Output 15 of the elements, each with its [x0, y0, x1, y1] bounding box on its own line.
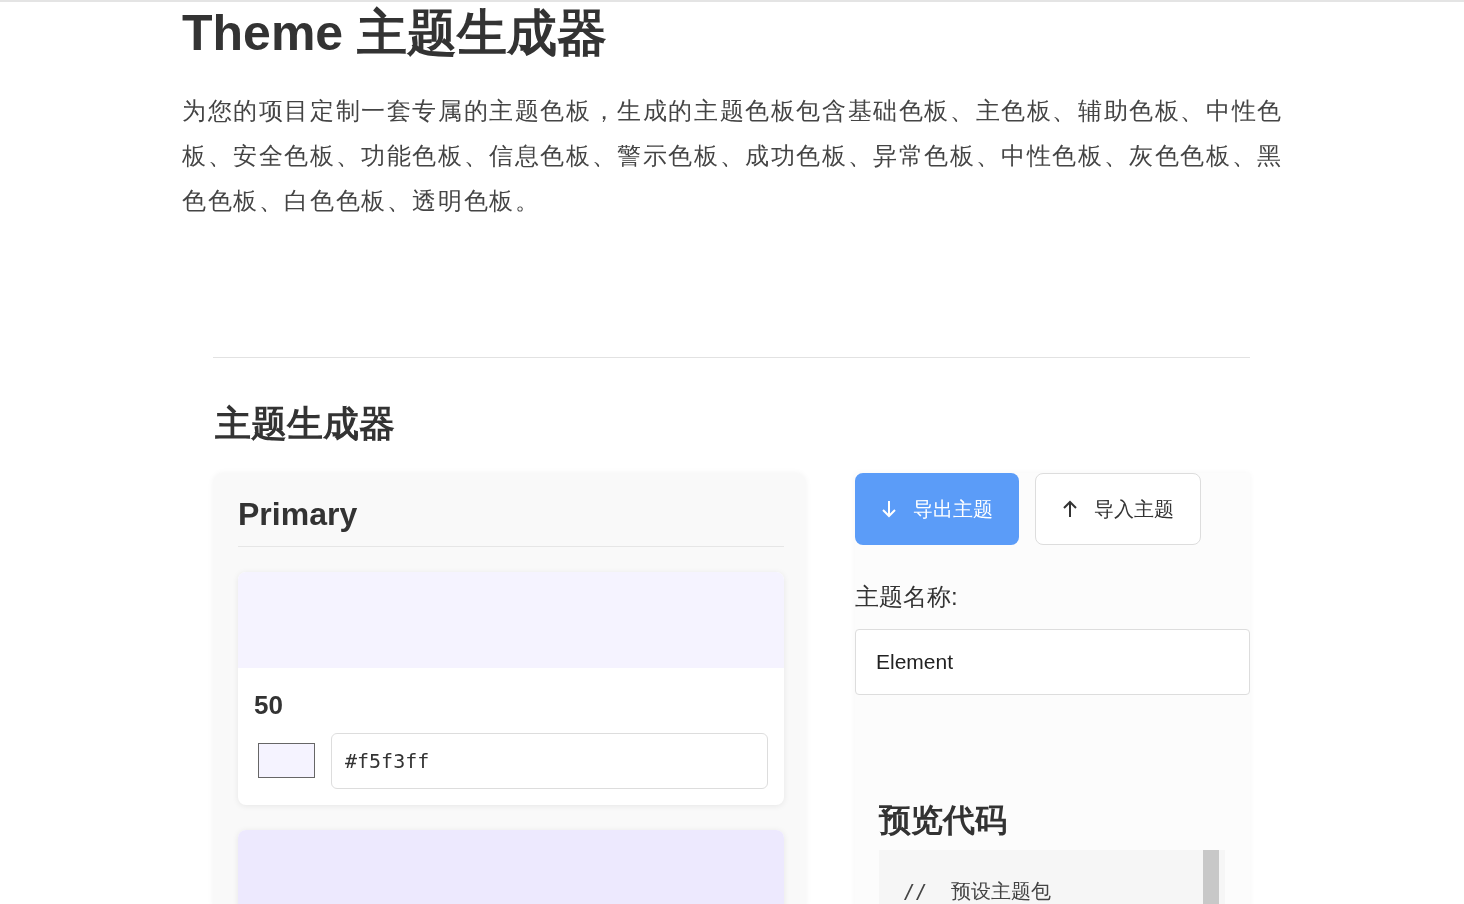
field-label: 主题名称:: [855, 582, 959, 613]
scrollbar[interactable]: [1203, 849, 1219, 904]
code-line: // 预设主题包: [902, 877, 1053, 904]
page-description: 为您的项目定制一套专属的主题色板，生成的主题色板包含基础色板、主色板、辅助色板、中性色板、安全色板、功能色板、信息色板、警示色板、成功色板、异常色板、中性色板、灰色色板、黑色色板、白色色板、透明色板。: [182, 96, 1284, 216]
arrow-up-icon: [1062, 500, 1078, 519]
section-heading: 主题生成器: [215, 402, 396, 446]
page-title: Theme 主题生成器: [182, 8, 609, 58]
arrow-down-icon: [881, 500, 897, 519]
hex-input-field[interactable]: #f5f3ff: [331, 732, 768, 789]
color-picker[interactable]: [258, 743, 315, 779]
preview-heading: 预览代码: [879, 801, 1008, 840]
swatch-label: 50: [253, 688, 284, 722]
theme-name-field[interactable]: Element: [855, 629, 1250, 696]
import-button[interactable]: 导入主题: [1035, 473, 1201, 546]
palette-title: Primary: [238, 495, 784, 547]
